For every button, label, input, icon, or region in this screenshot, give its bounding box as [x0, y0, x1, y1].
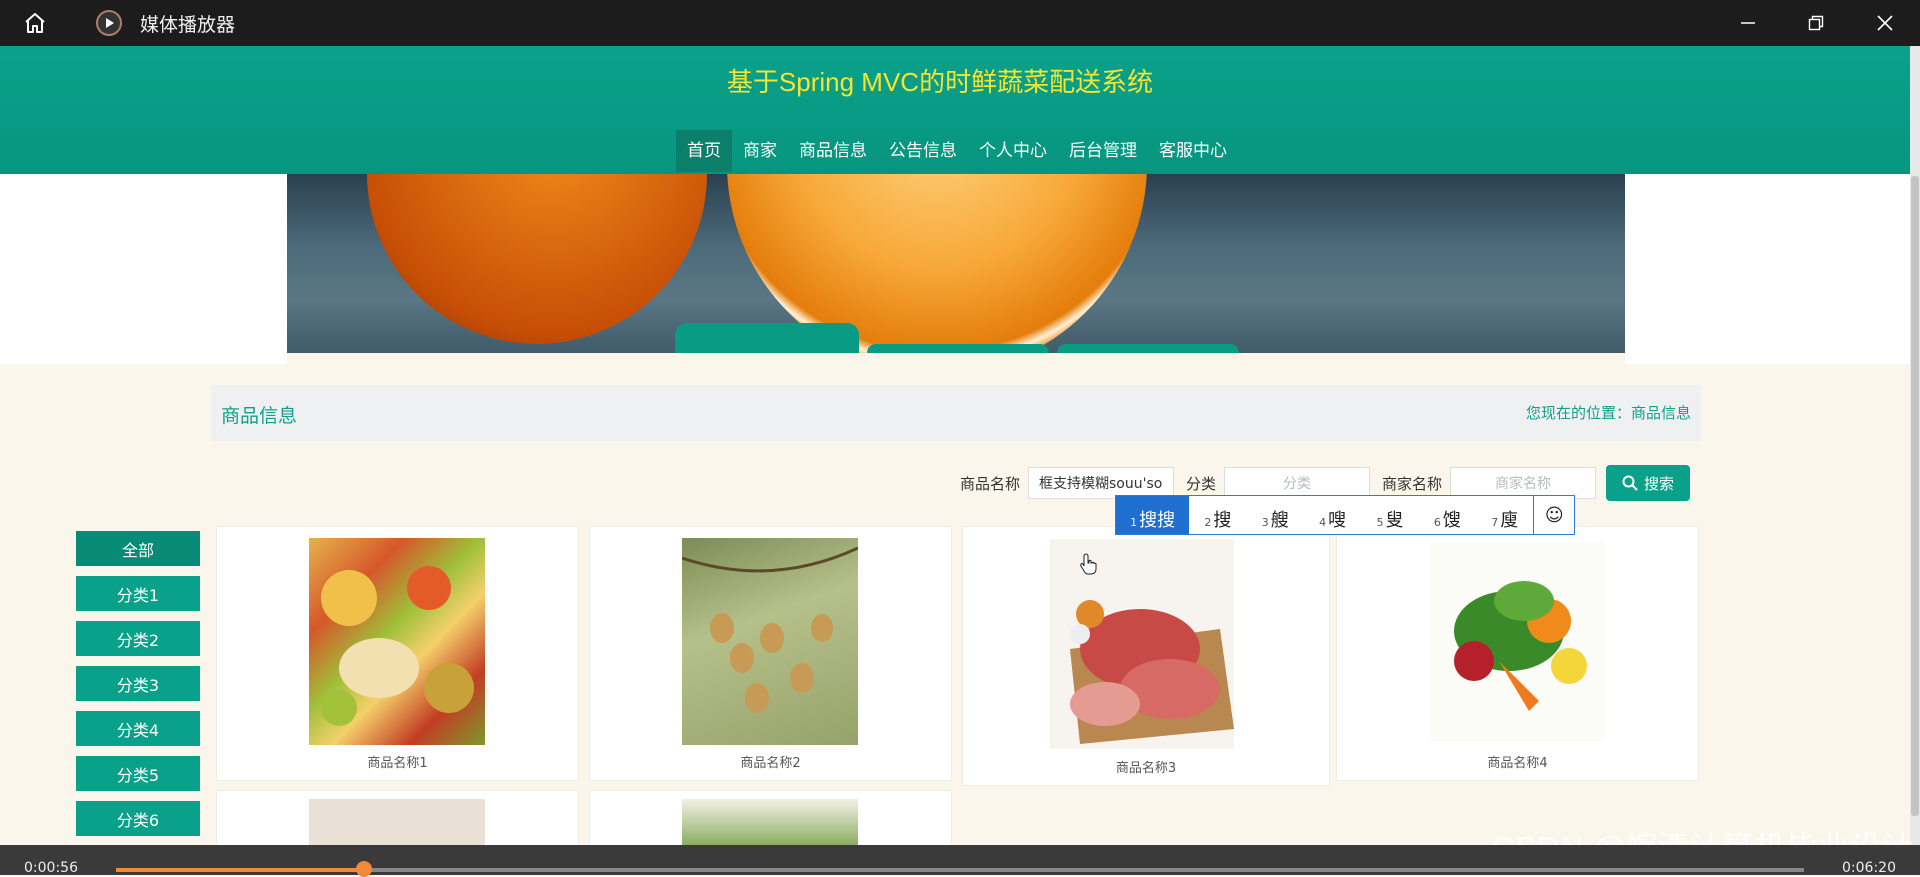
media-player-logo-icon	[96, 10, 122, 36]
fruit-platter-image	[309, 538, 485, 745]
nav-profile[interactable]: 个人中心	[968, 130, 1058, 172]
restore-icon[interactable]	[1786, 0, 1846, 46]
ime-candidate-popup: 1 搜搜 2搜 3艘 4嗖 5叟 6馊 7廋 ☺	[1115, 495, 1575, 535]
category-item[interactable]: 分类2	[76, 621, 200, 656]
product-name-label: 商品名称	[960, 474, 1021, 493]
banner-tabs	[675, 323, 1239, 353]
candidate-number: 2	[1204, 516, 1212, 529]
product-name: 商品名称1	[367, 756, 428, 771]
window-title: 媒体播放器	[140, 13, 236, 36]
candidate-text: 艘	[1270, 510, 1289, 531]
ime-candidate[interactable]: 3艘	[1247, 496, 1304, 534]
candidate-text: 嗖	[1328, 510, 1347, 531]
product-card[interactable]: 商品名称1	[216, 526, 579, 781]
category-item[interactable]: 分类3	[76, 666, 200, 701]
nav-home[interactable]: 首页	[676, 130, 732, 172]
ime-candidate[interactable]: 4嗖	[1304, 496, 1361, 534]
ime-candidate[interactable]: 6馊	[1419, 496, 1476, 534]
home-icon[interactable]	[22, 10, 48, 36]
category-item[interactable]: 分类5	[76, 756, 200, 791]
nav-products[interactable]: 商品信息	[788, 130, 878, 172]
candidate-number: 5	[1376, 516, 1384, 529]
product-name: 商品名称4	[1487, 756, 1548, 771]
nav-merchant[interactable]: 商家	[732, 130, 788, 172]
current-location: 您现在的位置：商品信息	[1525, 404, 1691, 422]
category-item[interactable]: 分类1	[76, 576, 200, 611]
ime-candidate[interactable]: 2搜	[1189, 496, 1246, 534]
breadcrumb: 商品信息 您现在的位置：商品信息	[211, 385, 1701, 441]
nav-notices[interactable]: 公告信息	[878, 130, 968, 172]
product-name: 商品名称3	[1115, 761, 1177, 776]
category-list: 全部 分类1 分类2 分类3 分类4 分类5 分类6	[76, 531, 200, 836]
ime-candidate[interactable]: 1 搜搜	[1116, 496, 1190, 534]
search-button[interactable]: 搜索	[1606, 465, 1691, 501]
hand-cursor-icon	[1080, 553, 1098, 579]
product-name: 商品名称2	[740, 756, 801, 771]
site-title: 基于Spring MVC的时鲜蔬菜配送系统	[726, 67, 1154, 97]
candidate-number: 4	[1319, 516, 1327, 529]
orange-image	[367, 174, 707, 344]
product-card[interactable]: 商品名称3	[962, 526, 1330, 786]
banner-margin-right	[1625, 174, 1910, 364]
banner-tab[interactable]	[867, 344, 1049, 353]
raw-meat-image	[1050, 539, 1234, 749]
fruit-tree-image	[682, 538, 858, 745]
category-item[interactable]: 分类6	[76, 801, 200, 836]
minimize-icon[interactable]	[1718, 0, 1778, 46]
current-time: 0:00:56	[24, 860, 78, 876]
emoji-icon[interactable]: ☺	[1533, 496, 1574, 534]
category-item[interactable]: 分类4	[76, 711, 200, 746]
banner-tab[interactable]	[1057, 344, 1239, 353]
nav-admin[interactable]: 后台管理	[1058, 130, 1148, 172]
page-scrollbar[interactable]	[1910, 46, 1920, 846]
vegetables-image	[1429, 541, 1605, 741]
product-card[interactable]: 商品名称2	[589, 526, 952, 781]
search-icon	[1622, 475, 1638, 491]
category-all[interactable]: 全部	[76, 531, 200, 566]
candidate-text: 廋	[1500, 510, 1519, 531]
category-label: 分类	[1186, 474, 1217, 493]
ime-candidate[interactable]: 5叟	[1361, 496, 1418, 534]
product-card[interactable]: 商品名称4	[1336, 526, 1699, 781]
candidate-text: 搜	[1213, 510, 1232, 531]
search-button-label: 搜索	[1644, 474, 1675, 493]
ime-candidate[interactable]: 7廋	[1476, 496, 1533, 534]
merchant-name-label: 商家名称	[1382, 474, 1443, 493]
progress-fill	[116, 868, 365, 872]
candidate-text: 叟	[1385, 510, 1404, 531]
scrollbar-thumb[interactable]	[1911, 176, 1919, 816]
product-card[interactable]	[216, 790, 579, 852]
site-header: 基于Spring MVC的时鲜蔬菜配送系统 首页 商家 商品信息 公告信息 个人…	[0, 46, 1910, 174]
main-nav: 首页 商家 商品信息 公告信息 个人中心 后台管理 客服中心	[676, 130, 1238, 172]
candidate-number: 3	[1261, 516, 1269, 529]
candidate-number: 1	[1130, 516, 1138, 529]
candidate-number: 6	[1433, 516, 1441, 529]
nav-service[interactable]: 客服中心	[1148, 130, 1238, 172]
banner-tab[interactable]	[675, 323, 859, 353]
candidate-text: 搜搜	[1139, 510, 1176, 531]
candidate-number: 7	[1491, 516, 1499, 529]
player-title-bar: 媒体播放器	[0, 0, 1920, 46]
product-card[interactable]	[589, 790, 952, 852]
page-title: 商品信息	[221, 405, 298, 427]
candidate-text: 馊	[1442, 510, 1461, 531]
banner-margin-left	[0, 174, 287, 364]
total-time: 0:06:20	[1842, 860, 1896, 876]
close-icon[interactable]	[1855, 0, 1915, 46]
